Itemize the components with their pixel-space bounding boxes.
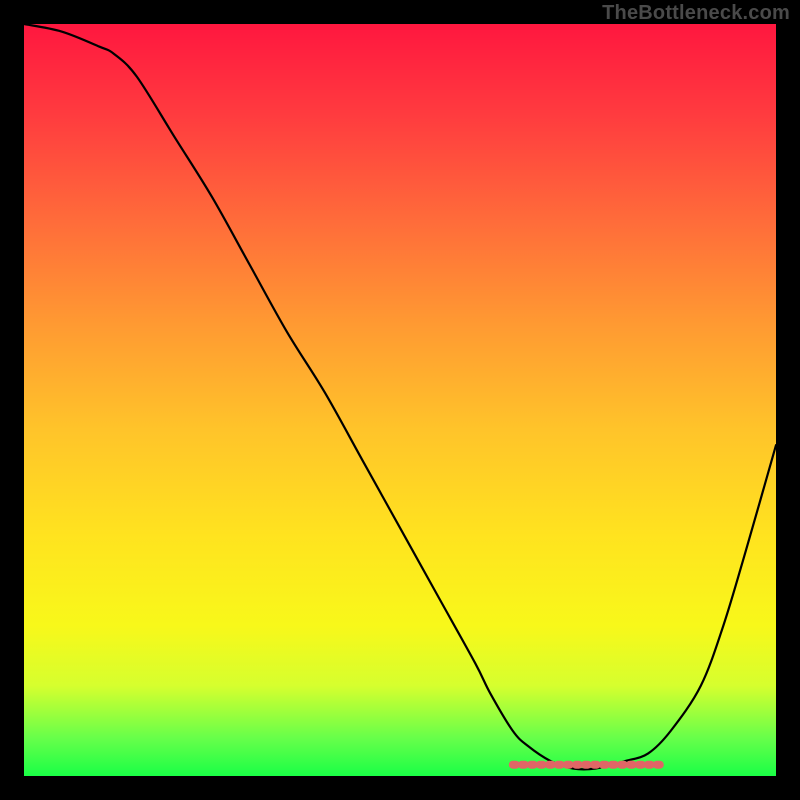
bottleneck-curve: [24, 24, 776, 769]
chart-curve-layer: [24, 24, 776, 776]
outer-frame: TheBottleneck.com: [0, 0, 800, 800]
chart-plot-area: [24, 24, 776, 776]
attribution-text: TheBottleneck.com: [602, 2, 790, 25]
